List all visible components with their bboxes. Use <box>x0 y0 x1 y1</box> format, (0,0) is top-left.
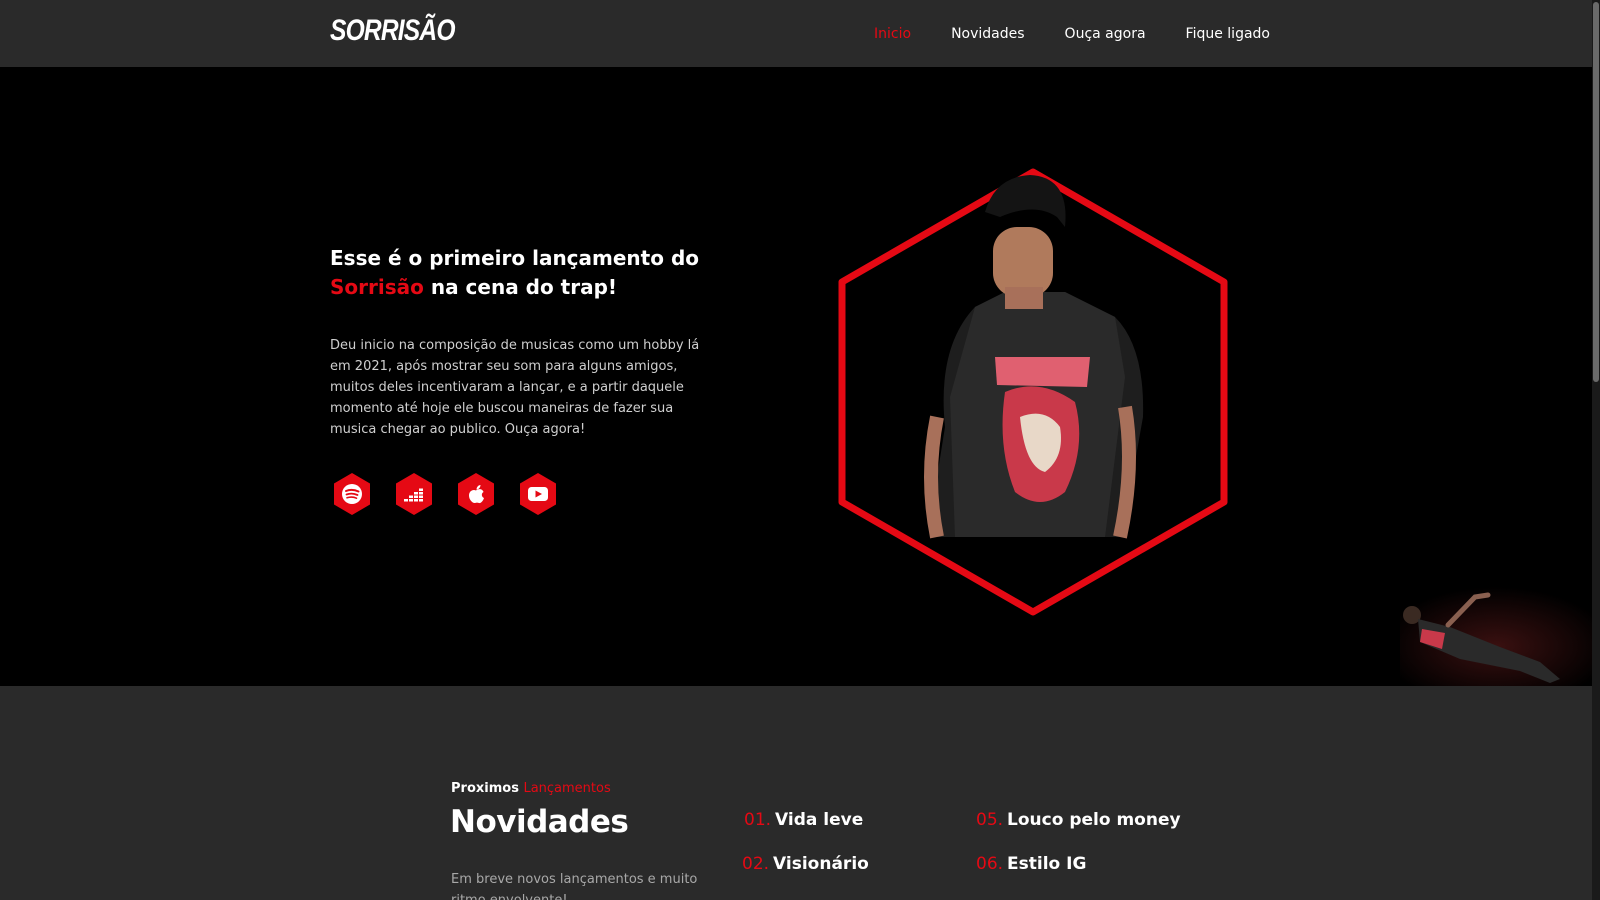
hero-description: Deu inicio na composição de musicas como… <box>330 338 700 437</box>
track-number: 06. <box>976 854 1004 874</box>
track-item[interactable]: 01. Vida leve <box>744 810 863 830</box>
nav-link-fique-ligado[interactable]: Fique ligado <box>1186 26 1270 42</box>
artist-figure <box>924 175 1144 539</box>
track-name: Vida leve <box>775 810 864 830</box>
apple-music-icon[interactable] <box>454 472 498 516</box>
novidades-section: Proximos Lançamentos Novidades Em breve … <box>0 686 1592 900</box>
track-number: 01. <box>744 810 772 830</box>
youtube-icon[interactable] <box>516 472 560 516</box>
social-links <box>330 472 560 516</box>
section-description: Em breve novos lançamentos e muito ritmo… <box>451 872 698 900</box>
scrollbar-thumb[interactable] <box>1593 2 1599 382</box>
nav-link-novidades[interactable]: Novidades <box>951 26 1024 42</box>
hero-title-part2: na cena do trap! <box>423 275 618 299</box>
hero-section: Esse é o primeiro lançamento do Sorrisão… <box>0 67 1592 686</box>
spotify-icon[interactable] <box>330 472 374 516</box>
section-title: Novidades <box>450 804 629 840</box>
dancer-image <box>1400 587 1592 686</box>
site-logo[interactable]: SORRISÃO <box>330 14 455 48</box>
track-item[interactable]: 05. Louco pelo money <box>976 810 1181 830</box>
nav-menu: Inicio Novidades Ouça agora Fique ligado <box>874 0 1270 67</box>
eyebrow-plain: Proximos <box>451 781 524 796</box>
track-item[interactable]: 06. Estilo IG <box>976 854 1086 874</box>
hero-title-highlight: Sorrisão <box>330 275 424 299</box>
artist-photo-hexagon <box>838 168 1228 616</box>
page-scrollbar[interactable] <box>1592 0 1600 900</box>
nav-link-inicio[interactable]: Inicio <box>874 26 911 42</box>
nav-link-ouca-agora[interactable]: Ouça agora <box>1065 26 1146 42</box>
track-name: Visionário <box>773 854 869 874</box>
track-number: 05. <box>976 810 1004 830</box>
eyebrow-highlight: Lançamentos <box>523 781 611 796</box>
track-name: Estilo IG <box>1007 854 1087 874</box>
top-navbar: SORRISÃO Inicio Novidades Ouça agora Fiq… <box>0 0 1592 67</box>
track-item[interactable]: 02. Visionário <box>742 854 869 874</box>
hero-title-part1: Esse é o primeiro lançamento do <box>330 246 699 270</box>
hero-title: Esse é o primeiro lançamento do Sorrisão… <box>330 244 750 302</box>
deezer-icon[interactable] <box>392 472 436 516</box>
track-name: Louco pelo money <box>1007 810 1181 830</box>
track-number: 02. <box>742 854 770 874</box>
section-eyebrow: Proximos Lançamentos <box>451 781 611 796</box>
